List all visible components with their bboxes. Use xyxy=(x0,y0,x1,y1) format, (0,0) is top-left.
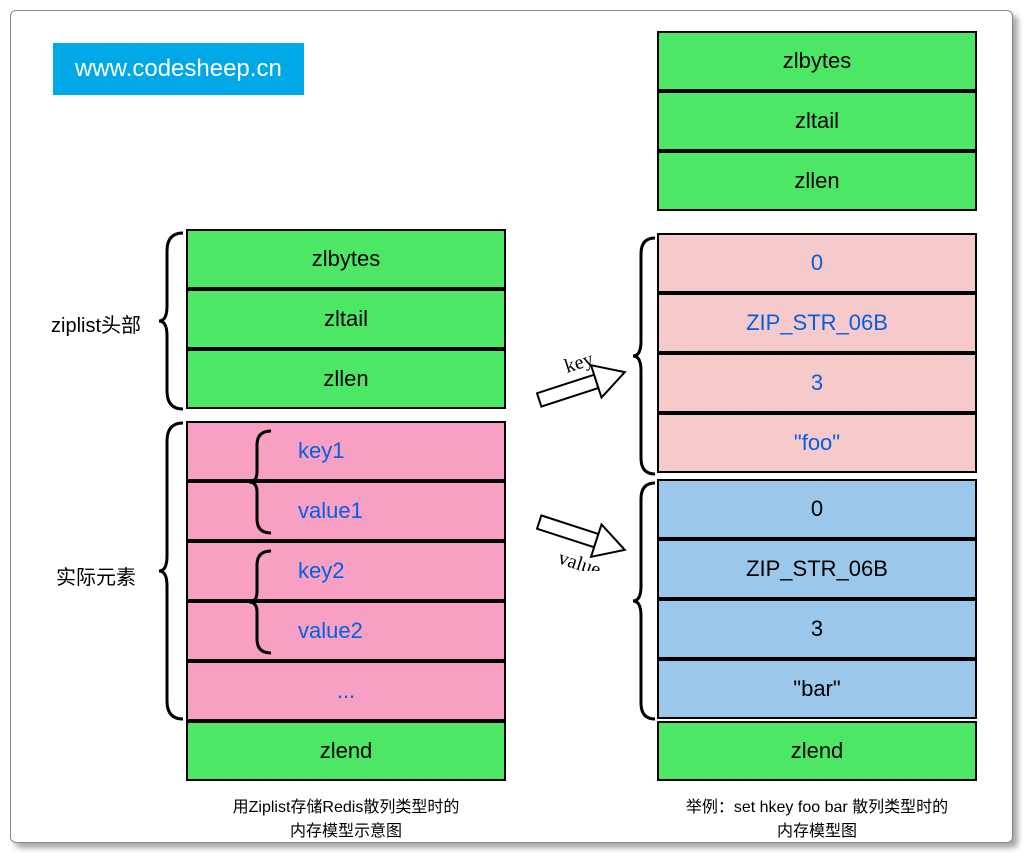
diagram-frame: www.codesheep.cn zlbytes zltail zllen ke… xyxy=(10,10,1013,843)
right-key-enc-cell: ZIP_STR_06B xyxy=(657,293,977,353)
left-zltail-cell: zltail xyxy=(186,289,506,349)
right-zlend-cell: zlend xyxy=(657,721,977,781)
brace-elements-icon xyxy=(157,421,187,721)
right-caption-line2: 内存模型图 xyxy=(777,823,857,840)
right-key-prevlen-cell: 0 xyxy=(657,233,977,293)
arrow-key-icon: key xyxy=(527,351,637,421)
left-more-cell: ... xyxy=(186,661,506,721)
brace-kv1-icon xyxy=(247,427,275,537)
right-key-len-cell: 3 xyxy=(657,353,977,413)
left-zlend-cell: zlend xyxy=(186,721,506,781)
right-val-prevlen-cell: 0 xyxy=(657,479,977,539)
left-zlbytes-cell: zlbytes xyxy=(186,229,506,289)
arrow-value-icon: value xyxy=(527,501,637,571)
brace-ziplist-header-icon xyxy=(157,231,187,411)
left-caption: 用Ziplist存储Redis散列类型时的 内存模型示意图 xyxy=(186,796,506,844)
right-caption: 举例：set hkey foo bar 散列类型时的 内存模型图 xyxy=(647,796,987,844)
right-zltail-cell: zltail xyxy=(657,91,977,151)
left-value1-cell: value1 xyxy=(186,481,506,541)
right-val-enc-cell: ZIP_STR_06B xyxy=(657,539,977,599)
arrow-key-label: key xyxy=(562,351,596,378)
right-zlbytes-cell: zlbytes xyxy=(657,31,977,91)
label-elements: 实际元素 xyxy=(56,561,136,590)
left-caption-line2: 内存模型示意图 xyxy=(290,823,402,840)
left-key1-cell: key1 xyxy=(186,421,506,481)
left-value2-cell: value2 xyxy=(186,601,506,661)
label-ziplist-header: ziplist头部 xyxy=(51,309,141,338)
left-zllen-cell: zllen xyxy=(186,349,506,409)
brace-right-key-icon xyxy=(631,236,659,476)
right-key-val-cell: "foo" xyxy=(657,413,977,473)
watermark-badge: www.codesheep.cn xyxy=(53,43,304,95)
right-val-val-cell: "bar" xyxy=(657,659,977,719)
right-val-len-cell: 3 xyxy=(657,599,977,659)
right-caption-line1: 举例：set hkey foo bar 散列类型时的 xyxy=(686,799,948,816)
left-caption-line1: 用Ziplist存储Redis散列类型时的 xyxy=(233,799,460,816)
right-zllen-cell: zllen xyxy=(657,151,977,211)
left-key2-cell: key2 xyxy=(186,541,506,601)
brace-kv2-icon xyxy=(247,547,275,657)
brace-right-value-icon xyxy=(631,481,659,721)
